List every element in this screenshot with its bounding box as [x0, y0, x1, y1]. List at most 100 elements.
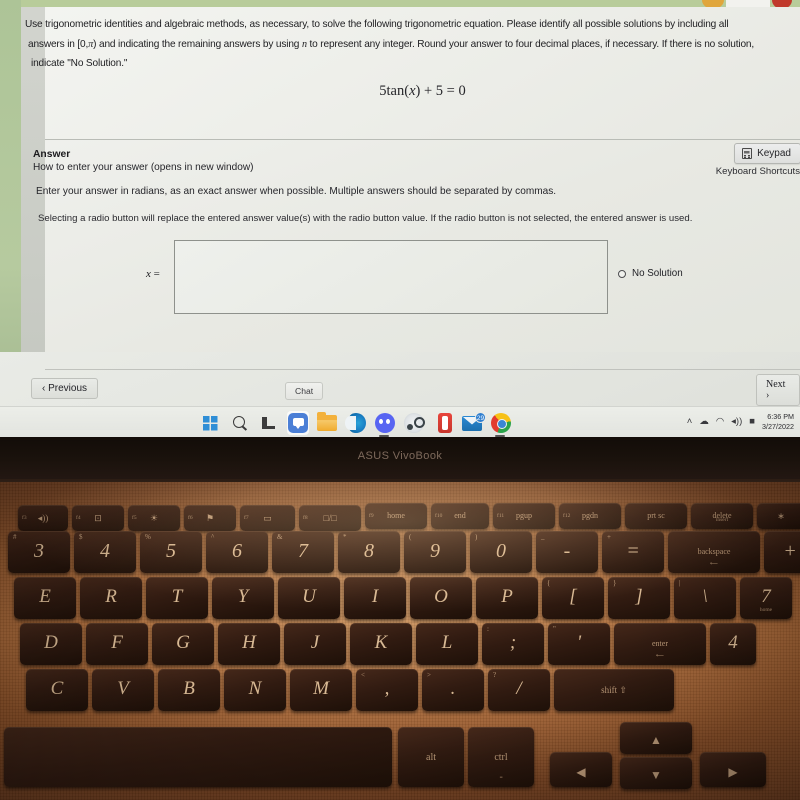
- next-button[interactable]: Next ›: [756, 374, 800, 406]
- key-P[interactable]: P: [476, 577, 538, 619]
- key-f12-pgdn[interactable]: f12 pgdn: [559, 503, 621, 529]
- key-label: ▼: [650, 768, 662, 782]
- key-f7[interactable]: f7 ▭: [240, 505, 295, 531]
- key-fn[interactable]: ∗: [757, 503, 800, 529]
- key-5[interactable]: % 5: [140, 531, 202, 573]
- key-label: 4: [100, 540, 110, 562]
- key-O[interactable]: O: [410, 577, 472, 619]
- key-.[interactable]: >.: [422, 669, 484, 711]
- key-B[interactable]: B: [158, 669, 220, 711]
- key-prt sc-prt sc[interactable]: prt sc: [625, 503, 687, 529]
- key-3[interactable]: #3: [8, 531, 70, 573]
- key-L[interactable]: L: [416, 623, 478, 665]
- chat-teams-taskbar-button[interactable]: [287, 410, 309, 435]
- key-f5[interactable]: f5 ☀: [128, 505, 180, 531]
- key-F[interactable]: F: [86, 623, 148, 665]
- key-alt[interactable]: alt: [398, 727, 464, 787]
- windows-start-icon: [201, 412, 221, 433]
- key-arrow-down[interactable]: ▼: [620, 757, 692, 789]
- laptop-photo: Use trigonometric identities and algebra…: [0, 0, 800, 800]
- key-N[interactable]: N: [224, 669, 286, 711]
- key-U[interactable]: U: [278, 577, 340, 619]
- keypad-button[interactable]: Keypad: [734, 143, 800, 164]
- steam-taskbar-button[interactable]: [403, 411, 425, 435]
- key-label: prt sc: [647, 511, 665, 520]
- key-7[interactable]: 7 home: [740, 577, 792, 619]
- no-solution-radio-button[interactable]: [618, 269, 626, 278]
- google-chrome-taskbar-button[interactable]: [490, 411, 512, 437]
- key-T[interactable]: T: [146, 577, 208, 619]
- onedrive-icon[interactable]: ☁: [699, 417, 709, 427]
- key-backspace[interactable]: backspace ⟵: [668, 531, 760, 573]
- key-f3[interactable]: f3 ◂)): [18, 505, 68, 531]
- tray-chevron-icon[interactable]: ˄: [687, 417, 693, 427]
- previous-button[interactable]: ‹ Previous: [31, 378, 99, 399]
- battery-icon[interactable]: ■: [749, 417, 755, 427]
- key-'[interactable]: " ': [548, 623, 610, 665]
- volume-icon[interactable]: ◂)): [731, 417, 742, 427]
- key-8[interactable]: * 8: [338, 531, 400, 573]
- clock[interactable]: 6:36 PM 3/27/2022: [762, 412, 794, 431]
- key-Y[interactable]: Y: [212, 577, 274, 619]
- office-taskbar-button[interactable]: [432, 411, 454, 435]
- key-0[interactable]: ) 0: [470, 531, 532, 573]
- key-,[interactable]: <,: [356, 669, 418, 711]
- no-solution-radio-group[interactable]: No Solution: [618, 268, 683, 279]
- key-delete-delete[interactable]: delete insert: [691, 503, 753, 529]
- key-f8[interactable]: f8 □/□: [299, 505, 361, 531]
- key-arrow-up[interactable]: ▲: [620, 722, 692, 754]
- key-=[interactable]: + =: [602, 531, 664, 573]
- key-R[interactable]: R: [80, 577, 142, 619]
- key-4[interactable]: $4: [74, 531, 136, 573]
- mail-taskbar-button[interactable]: 29: [461, 411, 486, 435]
- key-arrow-right[interactable]: ▶: [700, 752, 766, 787]
- key-+[interactable]: +: [764, 531, 800, 573]
- key-enter[interactable]: enter ⟵: [614, 623, 706, 665]
- key-E[interactable]: E: [14, 577, 76, 619]
- discord-taskbar-button[interactable]: [374, 411, 396, 437]
- wifi-icon[interactable]: ◠: [716, 417, 724, 427]
- x-equals-label: x =: [146, 268, 160, 280]
- file-explorer-taskbar-button[interactable]: [316, 411, 338, 435]
- key-f6[interactable]: f6 ⚑: [184, 505, 236, 531]
- chat-button[interactable]: Chat: [285, 382, 324, 400]
- key-I[interactable]: I: [344, 577, 406, 619]
- key-/[interactable]: ? /: [488, 669, 550, 711]
- key-G[interactable]: G: [152, 623, 214, 665]
- key-4[interactable]: 4: [710, 623, 756, 665]
- key-f11-pgup[interactable]: f11 pgup: [493, 503, 555, 529]
- key-K[interactable]: K: [350, 623, 412, 665]
- key-9[interactable]: (9: [404, 531, 466, 573]
- key-H[interactable]: H: [218, 623, 280, 665]
- key--[interactable]: _ -: [536, 531, 598, 573]
- key-shift[interactable]: shift ⇧: [554, 669, 674, 711]
- key-ctrl[interactable]: ctrl ≡: [468, 727, 534, 787]
- key-6[interactable]: ^ 6: [206, 531, 268, 573]
- key-J[interactable]: J: [284, 623, 346, 665]
- key-;[interactable]: :;: [482, 623, 544, 665]
- key-[[interactable]: {[: [542, 577, 604, 619]
- windows-start-taskbar-button[interactable]: [200, 411, 222, 435]
- search-icon: [230, 413, 250, 433]
- keyboard-shortcuts-link[interactable]: Keyboard Shortcuts: [716, 166, 800, 177]
- how-to-enter-answer-link[interactable]: How to enter your answer (opens in new w…: [33, 162, 254, 173]
- task-view-taskbar-button[interactable]: [258, 411, 280, 435]
- key-C[interactable]: C: [26, 669, 88, 711]
- key-f10-end[interactable]: f10 end: [431, 503, 489, 529]
- key-space[interactable]: [4, 727, 392, 787]
- key-M[interactable]: M: [290, 669, 352, 711]
- microsoft-edge-taskbar-button[interactable]: [345, 411, 367, 435]
- question-line-3: indicate "No Solution.": [31, 58, 128, 69]
- key-][interactable]: }]: [608, 577, 670, 619]
- key-D[interactable]: D: [20, 623, 82, 665]
- google-chrome-icon: [491, 412, 511, 433]
- key-7[interactable]: & 7: [272, 531, 334, 573]
- key-f9-home[interactable]: f9 home: [365, 503, 427, 529]
- key-\[interactable]: | \: [674, 577, 736, 619]
- key-arrow-left[interactable]: ◀: [550, 752, 612, 787]
- key-V[interactable]: V: [92, 669, 154, 711]
- key-f4[interactable]: f4 ⊡: [72, 505, 124, 531]
- answer-input[interactable]: [174, 240, 608, 314]
- key-label: /: [516, 678, 522, 699]
- search-taskbar-button[interactable]: [229, 411, 251, 435]
